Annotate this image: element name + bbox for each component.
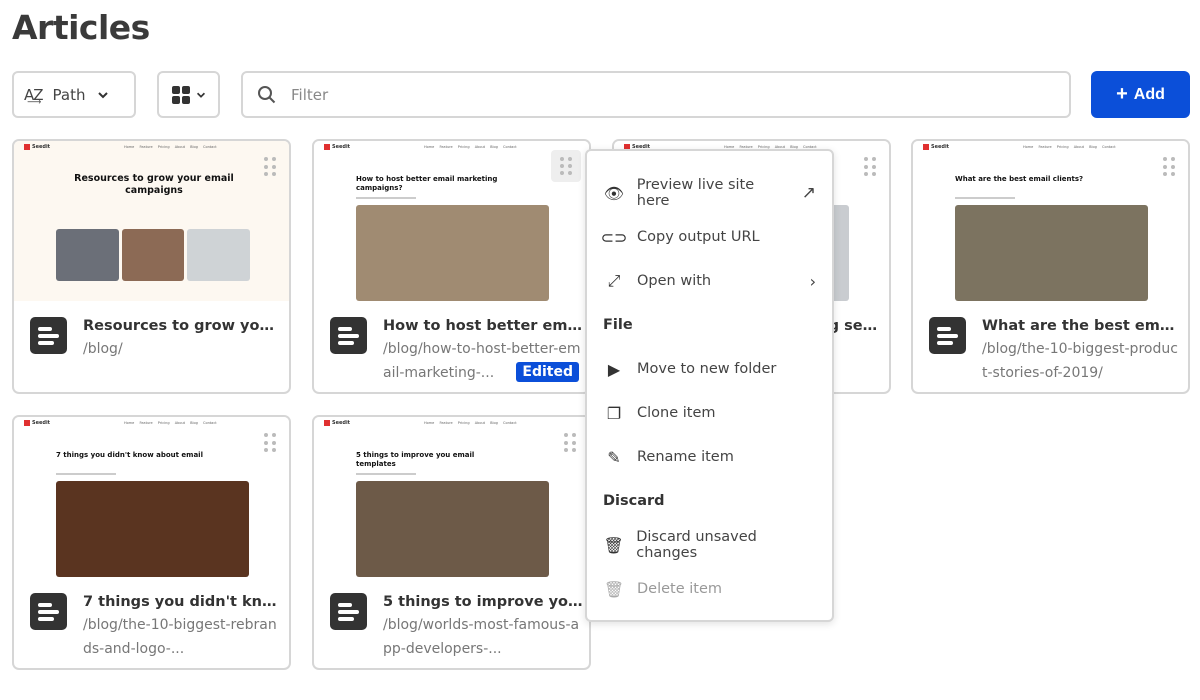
menu-section-discard: Discard xyxy=(603,493,665,509)
thumb-title: 5 things to improve you email templates xyxy=(356,451,475,469)
link-icon: ⊂⊃ xyxy=(600,227,628,247)
thumb-image xyxy=(955,205,1148,301)
chevron-down-icon xyxy=(97,91,108,98)
thumb-title: 7 things you didn't know about email xyxy=(56,451,203,459)
menu-item-delete-item[interactable]: 🗑 Delete item xyxy=(587,567,832,611)
article-title: How to host better email... xyxy=(383,318,583,334)
drag-handle-icon[interactable] xyxy=(263,157,277,177)
menu-section-file: File xyxy=(603,317,633,333)
status-badge: Edited xyxy=(516,362,579,382)
document-icon xyxy=(30,593,67,630)
drag-handle-icon[interactable] xyxy=(563,433,577,453)
filter-field[interactable] xyxy=(241,71,1071,118)
add-button[interactable]: + Add xyxy=(1091,71,1190,118)
article-path: /blog/the-10-biggest-product-stories-of-… xyxy=(982,341,1178,381)
document-icon xyxy=(330,317,367,354)
thumb-title: Resources to grow your email campaigns xyxy=(74,173,234,197)
article-thumbnail: Seedit Home Feature Pricing About Blog C… xyxy=(314,417,589,577)
thumb-nav: Home Feature Pricing About Blog Contact xyxy=(124,421,217,425)
filter-input[interactable] xyxy=(291,85,991,104)
article-thumbnail: Seedit Home Feature Pricing About Blog C… xyxy=(14,417,289,577)
site-logo: Seedit xyxy=(324,420,350,426)
site-logo: Seedit xyxy=(24,144,50,150)
article-path: /blog/the-10-biggest-rebrands-and-logo-.… xyxy=(83,617,277,657)
grid-icon xyxy=(172,85,190,104)
article-title: What are the best email ... xyxy=(982,318,1182,334)
menu-item-rename-item[interactable]: ✎ Rename item xyxy=(587,435,832,479)
expand-icon: ⤢ xyxy=(607,271,621,290)
drag-handle-icon[interactable] xyxy=(1162,157,1176,177)
trash-icon: 🗑 xyxy=(603,579,625,599)
document-icon xyxy=(330,593,367,630)
thumb-nav: Home Feature Pricing About Blog Contact xyxy=(424,421,517,425)
menu-item-open-with[interactable]: ⤢ Open with › xyxy=(587,259,832,303)
folder-move-icon: ▶ xyxy=(607,359,621,379)
sort-az-icon: A͢Z xyxy=(24,85,44,104)
plus-icon: + xyxy=(1116,83,1128,105)
trash-outline-icon: 🗑 xyxy=(603,535,624,555)
thumb-image xyxy=(356,481,549,577)
article-thumbnail: Seedit Home Feature Pricing About Blog C… xyxy=(913,141,1188,301)
copy-icon: ❐ xyxy=(606,403,622,423)
article-title: 7 things you didn't know ... xyxy=(83,594,283,610)
site-logo: Seedit xyxy=(24,420,50,426)
article-thumbnail: Seedit Home Feature Pricing About Blog C… xyxy=(314,141,589,301)
menu-item-preview-live-site-here[interactable]: 👁 Preview live site here ↗ xyxy=(587,171,832,215)
menu-item-copy-output-url[interactable]: ⊂⊃ Copy output URL xyxy=(587,215,832,259)
chevron-down-icon xyxy=(196,92,206,98)
site-logo: Seedit xyxy=(923,144,949,150)
page-title: Articles xyxy=(12,8,150,47)
thumb-title: How to host better email marketing campa… xyxy=(356,175,498,193)
thumb-title: What are the best email clients? xyxy=(955,175,1084,183)
article-card[interactable]: Seedit Home Feature Pricing About Blog C… xyxy=(911,139,1190,394)
eye-icon: 👁 xyxy=(603,183,625,203)
menu-item-clone-item[interactable]: ❐ Clone item xyxy=(587,391,832,435)
drag-handle-icon[interactable] xyxy=(551,150,581,182)
external-link-icon: ↗ xyxy=(801,183,816,203)
article-title: 5 things to improve you ... xyxy=(383,594,583,610)
drag-handle-icon[interactable] xyxy=(263,433,277,453)
sort-label: Path xyxy=(52,85,86,104)
chevron-right-icon: › xyxy=(809,271,816,291)
drag-handle-icon[interactable] xyxy=(863,157,877,177)
article-card[interactable]: Seedit Home Feature Pricing About Blog C… xyxy=(12,139,291,394)
article-card[interactable]: Seedit Home Feature Pricing About Blog C… xyxy=(312,139,591,394)
menu-item-move-to-new-folder[interactable]: ▶ Move to new folder xyxy=(587,347,832,391)
thumb-nav: Home Feature Pricing About Blog Contact xyxy=(424,145,517,149)
sort-button[interactable]: A͢Z Path xyxy=(12,71,136,118)
article-card[interactable]: Seedit Home Feature Pricing About Blog C… xyxy=(312,415,591,670)
pencil-icon: ✎ xyxy=(607,447,621,467)
thumb-image xyxy=(356,205,549,301)
site-logo: Seedit xyxy=(324,144,350,150)
article-path: /blog/ xyxy=(83,341,123,357)
document-icon xyxy=(30,317,67,354)
thumb-nav: Home Feature Pricing About Blog Contact xyxy=(1023,145,1116,149)
context-menu: 👁 Preview live site here ↗ ⊂⊃ Copy output UR… xyxy=(585,149,834,622)
thumb-image xyxy=(56,481,249,577)
article-path: /blog/worlds-most-famous-app-developers-… xyxy=(383,617,580,657)
thumb-nav: Home Feature Pricing About Blog Contact xyxy=(124,145,217,149)
menu-item-discard-unsaved-changes[interactable]: 🗑 Discard unsaved changes xyxy=(587,523,832,567)
article-card[interactable]: Seedit Home Feature Pricing About Blog C… xyxy=(12,415,291,670)
view-toggle-button[interactable] xyxy=(157,71,220,118)
article-title: Resources to grow your e... xyxy=(83,318,283,334)
article-thumbnail: Seedit Home Feature Pricing About Blog C… xyxy=(14,141,289,301)
document-icon xyxy=(929,317,966,354)
search-icon xyxy=(258,85,276,103)
